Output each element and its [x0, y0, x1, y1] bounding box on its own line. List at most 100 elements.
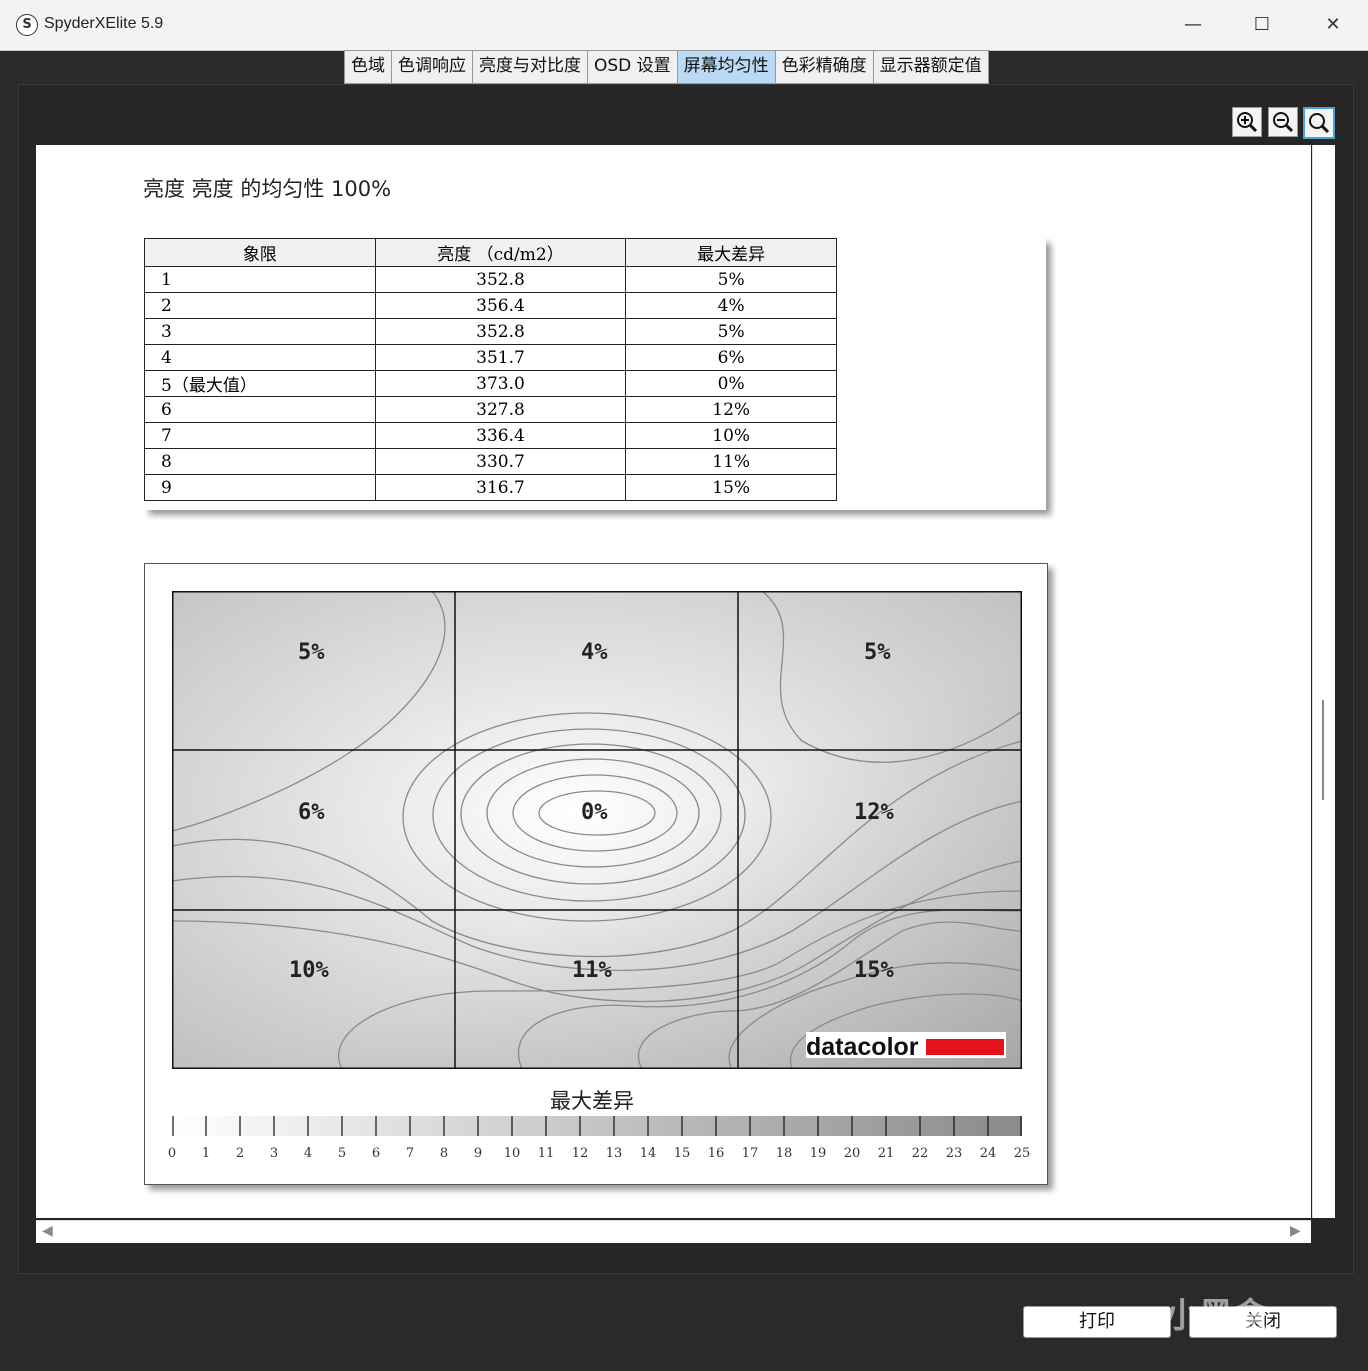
maximize-button[interactable]: ☐ — [1240, 8, 1284, 42]
max-diff-cell: 11% — [625, 448, 837, 475]
tab-brightness-contrast[interactable]: 亮度与对比度 — [473, 51, 588, 83]
close-window-button[interactable]: ✕ — [1311, 8, 1355, 42]
table-row: 8 330.7 11% — [144, 448, 837, 475]
legend-tick-label: 16 — [707, 1146, 725, 1161]
legend-tick-label: 25 — [1013, 1146, 1031, 1161]
quadrant-cell: 5（最大值） — [144, 370, 376, 397]
luminance-cell: 352.8 — [374, 318, 627, 345]
max-diff-cell: 6% — [625, 344, 837, 371]
tab-color-gamut[interactable]: 色域 — [345, 51, 392, 83]
table-row: 1 352.8 5% — [144, 266, 837, 293]
scroll-left-icon[interactable]: ◀ — [42, 1223, 53, 1239]
print-button[interactable]: 打印 — [1023, 1306, 1171, 1338]
zoom-in-button[interactable] — [1232, 107, 1262, 137]
quadrant-cell: 6 — [144, 396, 376, 423]
table-row: 6 327.8 12% — [144, 396, 837, 423]
table-row: 2 356.4 4% — [144, 292, 837, 319]
datacolor-logo: datacolor — [806, 1032, 1006, 1061]
legend-tick-label: 19 — [809, 1146, 827, 1161]
column-header-max-diff: 最大差异 — [625, 238, 837, 267]
cell-5-diff: 0% — [581, 800, 608, 825]
table-row: 9 316.7 15% — [144, 474, 837, 501]
cell-3-diff: 5% — [864, 640, 891, 665]
max-diff-cell: 5% — [625, 266, 837, 293]
title-bar: S SpyderXElite 5.9 — ☐ ✕ — [0, 0, 1368, 51]
quadrant-cell: 3 — [144, 318, 376, 345]
legend-scale-bar — [172, 1116, 1022, 1136]
cell-4-diff: 6% — [298, 800, 325, 825]
report-title: 亮度 亮度 的均匀性 100% — [143, 177, 392, 201]
legend-tick-label: 23 — [945, 1146, 963, 1161]
legend-tick-label: 24 — [979, 1146, 997, 1161]
table-row: 3 352.8 5% — [144, 318, 837, 345]
uniformity-map-panel: datacolor 5% 4% 5% 6% 0% 12% 10% 11% 15%… — [144, 563, 1048, 1185]
legend-tick-label: 22 — [911, 1146, 929, 1161]
cell-6-diff: 12% — [854, 800, 894, 825]
window-title: SpyderXElite 5.9 — [44, 15, 164, 32]
luminance-cell: 356.4 — [374, 292, 627, 319]
table-header-row: 象限 亮度 （cd/m2） 最大差异 — [144, 238, 837, 267]
tab-color-accuracy[interactable]: 色彩精确度 — [776, 51, 874, 83]
zoom-out-icon — [1273, 112, 1294, 133]
cell-9-diff: 15% — [854, 958, 894, 983]
app-logo-icon: S — [16, 14, 38, 36]
table-row: 5（最大值） 373.0 0% — [144, 370, 837, 397]
quadrant-cell: 2 — [144, 292, 376, 319]
max-diff-cell: 10% — [625, 422, 837, 449]
legend-title: 最大差异 — [550, 1089, 634, 1113]
legend-tick-label: 10 — [503, 1146, 521, 1161]
legend-tick-label: 5 — [337, 1146, 347, 1161]
column-header-quadrant: 象限 — [144, 238, 376, 267]
vertical-scrollbar[interactable] — [1312, 145, 1335, 1218]
column-header-luminance: 亮度 （cd/m2） — [374, 238, 627, 267]
zoom-out-button[interactable] — [1268, 107, 1298, 137]
tab-screen-uniformity[interactable]: 屏幕均匀性 — [677, 51, 776, 83]
legend-tick-label: 2 — [235, 1146, 245, 1161]
legend-tick-label: 15 — [673, 1146, 691, 1161]
max-diff-cell: 0% — [625, 370, 837, 397]
cell-2-diff: 4% — [581, 640, 608, 665]
quadrant-cell: 4 — [144, 344, 376, 371]
quadrant-cell: 1 — [144, 266, 376, 293]
horizontal-scrollbar[interactable]: ◀ ▶ — [36, 1220, 1311, 1243]
cell-8-diff: 11% — [572, 958, 612, 983]
legend-tick-label: 12 — [571, 1146, 589, 1161]
legend-tick-label: 1 — [201, 1146, 211, 1161]
luminance-cell: 336.4 — [374, 422, 627, 449]
max-diff-cell: 15% — [625, 474, 837, 501]
legend-tick-label: 18 — [775, 1146, 793, 1161]
luminance-cell: 330.7 — [374, 448, 627, 475]
legend-tick-label: 4 — [303, 1146, 313, 1161]
tab-display-rating[interactable]: 显示器额定值 — [874, 51, 988, 83]
report-document: 亮度 亮度 的均匀性 100% 象限 亮度 （cd/m2） 最大差异 1 352.… — [36, 145, 1311, 1218]
quadrant-cell: 9 — [144, 474, 376, 501]
tab-osd-settings[interactable]: OSD 设置 — [588, 51, 678, 83]
tab-bar: 色域 色调响应 亮度与对比度 OSD 设置 屏幕均匀性 色彩精确度 显示器额定值 — [344, 50, 989, 84]
watermark-text: 小黑盒 — [1165, 1296, 1267, 1336]
legend-tick-label: 7 — [405, 1146, 415, 1161]
minimize-button[interactable]: — — [1171, 8, 1215, 42]
cell-1-diff: 5% — [298, 640, 325, 665]
luminance-cell: 351.7 — [374, 344, 627, 371]
legend-tick-label: 3 — [269, 1146, 279, 1161]
tab-tone-response[interactable]: 色调响应 — [392, 51, 473, 83]
legend-tick-label: 9 — [473, 1146, 483, 1161]
legend-tick-label: 14 — [639, 1146, 657, 1161]
zoom-in-icon — [1237, 112, 1258, 133]
max-diff-cell: 4% — [625, 292, 837, 319]
luminance-cell: 373.0 — [374, 370, 627, 397]
legend-tick-label: 11 — [537, 1146, 555, 1161]
zoom-fit-button[interactable] — [1303, 107, 1335, 139]
vertical-scroll-thumb[interactable] — [1322, 700, 1324, 800]
legend-tick-label: 21 — [877, 1146, 895, 1161]
cell-7-diff: 10% — [289, 958, 329, 983]
legend-tick-label: 6 — [371, 1146, 381, 1161]
legend-tick-label: 20 — [843, 1146, 861, 1161]
max-diff-cell: 12% — [625, 396, 837, 423]
scroll-right-icon[interactable]: ▶ — [1290, 1223, 1301, 1239]
uniformity-table: 象限 亮度 （cd/m2） 最大差异 1 352.8 5% 2 356.4 4% 3 352.… — [144, 238, 837, 501]
legend-tick-label: 17 — [741, 1146, 759, 1161]
svg-text:datacolor: datacolor — [806, 1033, 919, 1061]
table-row: 4 351.7 6% — [144, 344, 837, 371]
luminance-cell: 316.7 — [374, 474, 627, 501]
